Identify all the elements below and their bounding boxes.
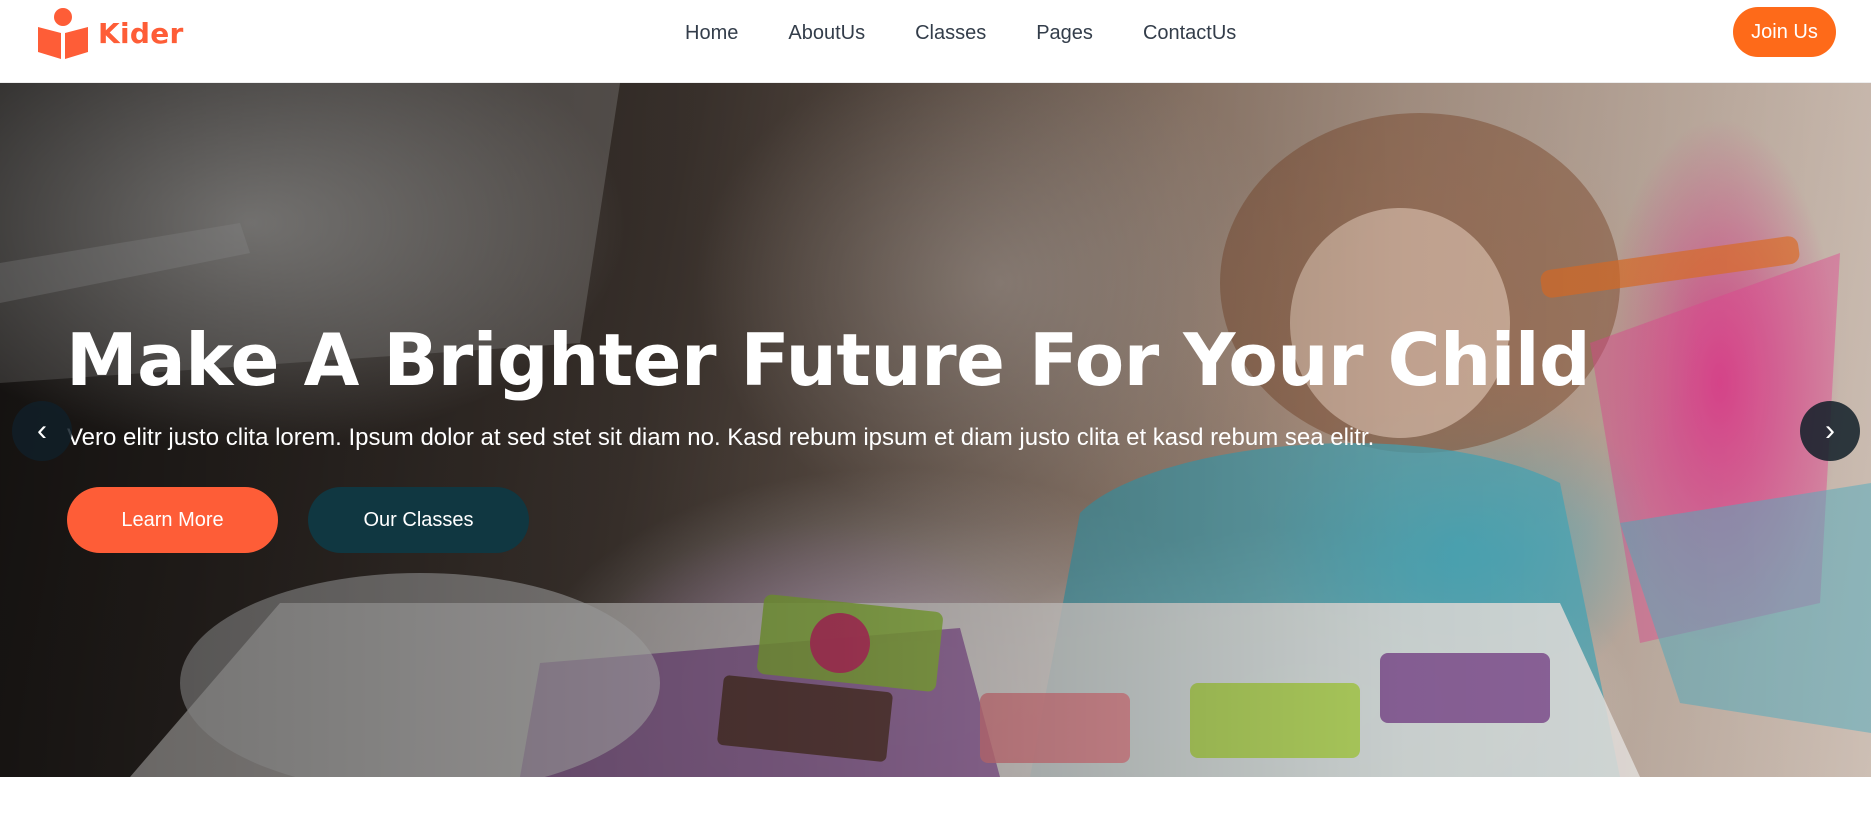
book-reader-icon (38, 8, 88, 59)
brand-logo[interactable]: Kider (36, 7, 184, 59)
hero-buttons: Learn More Our Classes (67, 487, 529, 553)
hero-carousel: Make A Brighter Future For Your Child Ve… (0, 83, 1871, 777)
nav-classes[interactable]: Classes (890, 22, 1011, 45)
carousel-next-button[interactable]: › (1800, 401, 1860, 461)
main-nav: Home AboutUs Classes Pages ContactUs (660, 0, 1261, 66)
nav-pages[interactable]: Pages (1011, 22, 1118, 45)
nav-contact-us[interactable]: ContactUs (1118, 22, 1261, 45)
our-classes-button[interactable]: Our Classes (308, 487, 529, 553)
chevron-left-icon: ‹ (37, 414, 47, 447)
nav-home[interactable]: Home (660, 22, 763, 45)
nav-about-us[interactable]: AboutUs (763, 22, 890, 45)
brand-name: Kider (98, 16, 184, 50)
hero-title: Make A Brighter Future For Your Child (66, 318, 1591, 402)
navbar: Kider Home AboutUs Classes Pages Contact… (0, 0, 1871, 83)
join-us-button[interactable]: Join Us (1733, 7, 1836, 57)
chevron-right-icon: › (1825, 414, 1835, 447)
carousel-prev-button[interactable]: ‹ (12, 401, 72, 461)
learn-more-button[interactable]: Learn More (67, 487, 278, 553)
hero-subtitle: Vero elitr justo clita lorem. Ipsum dolo… (67, 424, 1375, 451)
